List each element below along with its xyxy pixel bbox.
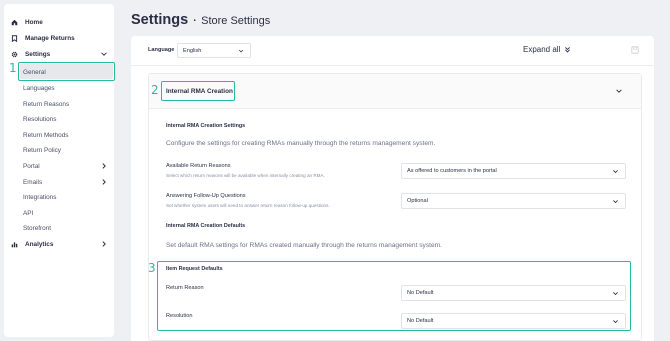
sidebar-item-settings[interactable]: Settings bbox=[4, 47, 114, 61]
sidebar-item-languages[interactable]: Languages bbox=[4, 81, 114, 95]
step-number-3: 3 bbox=[148, 261, 156, 275]
chevron-right-icon bbox=[102, 241, 106, 247]
chevron-down-icon bbox=[101, 52, 107, 56]
page-title: Settings · Store Settings bbox=[131, 12, 270, 28]
section-title: Internal RMA Creation bbox=[161, 81, 235, 101]
chevron-down-icon bbox=[613, 200, 618, 204]
sidebar-item-label: Integrations bbox=[23, 193, 57, 201]
section-header[interactable]: Internal RMA Creation bbox=[149, 74, 641, 109]
sidebar-item-manage-returns[interactable]: Manage Returns bbox=[4, 31, 114, 45]
sidebar-item-general[interactable]: General bbox=[4, 65, 114, 79]
chevron-down-icon bbox=[238, 49, 244, 53]
sidebar-item-label: Return Methods bbox=[23, 131, 69, 139]
page-title-main: Settings bbox=[131, 12, 189, 28]
language-select[interactable]: English bbox=[177, 43, 251, 58]
sidebar-item-integrations[interactable]: Integrations bbox=[4, 190, 114, 204]
chevron-down-icon[interactable] bbox=[615, 87, 623, 95]
sidebar-item-label: API bbox=[23, 209, 34, 217]
sidebar-item-label: Emails bbox=[23, 178, 43, 186]
settings-description: Configure the settings for creating RMAs… bbox=[166, 140, 436, 147]
chevron-right-icon bbox=[102, 163, 106, 169]
sidebar-item-label: Languages bbox=[23, 84, 55, 92]
sidebar-item-portal[interactable]: Portal bbox=[4, 159, 114, 173]
chart-icon bbox=[10, 240, 19, 249]
sidebar-item-emails[interactable]: Emails bbox=[4, 175, 114, 189]
toolbar-divider bbox=[131, 65, 654, 66]
language-label: Language bbox=[148, 47, 175, 53]
available-reasons-hint: Select which return reasons will be avai… bbox=[166, 173, 325, 178]
sidebar-item-return-reasons[interactable]: Return Reasons bbox=[4, 97, 114, 111]
settings-heading: Internal RMA Creation Settings bbox=[166, 123, 246, 129]
sidebar-item-storefront[interactable]: Storefront bbox=[4, 221, 114, 235]
sidebar-item-label: Storefront bbox=[23, 224, 52, 232]
sidebar-item-return-policy[interactable]: Return Policy bbox=[4, 143, 114, 157]
defaults-heading: Internal RMA Creation Defaults bbox=[166, 223, 246, 229]
sidebar-item-resolutions[interactable]: Resolutions bbox=[4, 112, 114, 126]
sidebar-item-return-methods[interactable]: Return Methods bbox=[4, 128, 114, 142]
expand-all-button[interactable]: Expand all bbox=[523, 45, 571, 54]
chevron-right-icon bbox=[102, 179, 106, 185]
sidebar-item-label: Analytics bbox=[25, 240, 54, 248]
sidebar: Home Manage Returns Settings General Lan… bbox=[4, 4, 115, 337]
sidebar-item-label: Return Policy bbox=[23, 146, 62, 154]
sidebar-item-analytics[interactable]: Analytics bbox=[4, 237, 114, 251]
followup-value: Optional bbox=[407, 198, 428, 204]
save-icon[interactable] bbox=[631, 46, 639, 54]
available-reasons-value: As offered to customers in the portal bbox=[407, 168, 497, 174]
sidebar-item-label: Portal bbox=[23, 162, 40, 170]
home-icon bbox=[10, 18, 19, 27]
sidebar-item-label: Manage Returns bbox=[25, 34, 75, 42]
title-separator: · bbox=[192, 12, 198, 28]
expand-all-label: Expand all bbox=[523, 45, 561, 54]
followup-label: Answering Follow-Up Questions bbox=[166, 193, 246, 199]
defaults-description: Set default RMA settings for RMAs create… bbox=[166, 242, 442, 249]
returns-icon bbox=[10, 34, 19, 43]
followup-select[interactable]: Optional bbox=[401, 193, 626, 209]
expand-all-icon bbox=[565, 47, 571, 53]
sidebar-item-home[interactable]: Home bbox=[4, 15, 114, 29]
sidebar-item-label: Home bbox=[25, 18, 43, 26]
sidebar-item-label: Settings bbox=[25, 50, 51, 58]
step-number-1: 1 bbox=[9, 61, 17, 75]
available-reasons-label: Available Return Reasons bbox=[166, 163, 231, 169]
item-defaults-highlight-box bbox=[157, 261, 631, 331]
language-value: English bbox=[183, 47, 202, 54]
gear-icon bbox=[10, 50, 19, 59]
sidebar-item-api[interactable]: API bbox=[4, 206, 114, 220]
sidebar-item-label: Return Reasons bbox=[23, 100, 70, 108]
page-subtitle: Store Settings bbox=[201, 15, 271, 27]
followup-hint: Set whether system users will need to an… bbox=[166, 203, 330, 208]
chevron-down-icon bbox=[613, 170, 618, 174]
step-number-2: 2 bbox=[151, 83, 159, 97]
available-reasons-select[interactable]: As offered to customers in the portal bbox=[401, 163, 626, 179]
sidebar-item-label: General bbox=[23, 68, 46, 76]
sidebar-item-label: Resolutions bbox=[23, 115, 57, 123]
